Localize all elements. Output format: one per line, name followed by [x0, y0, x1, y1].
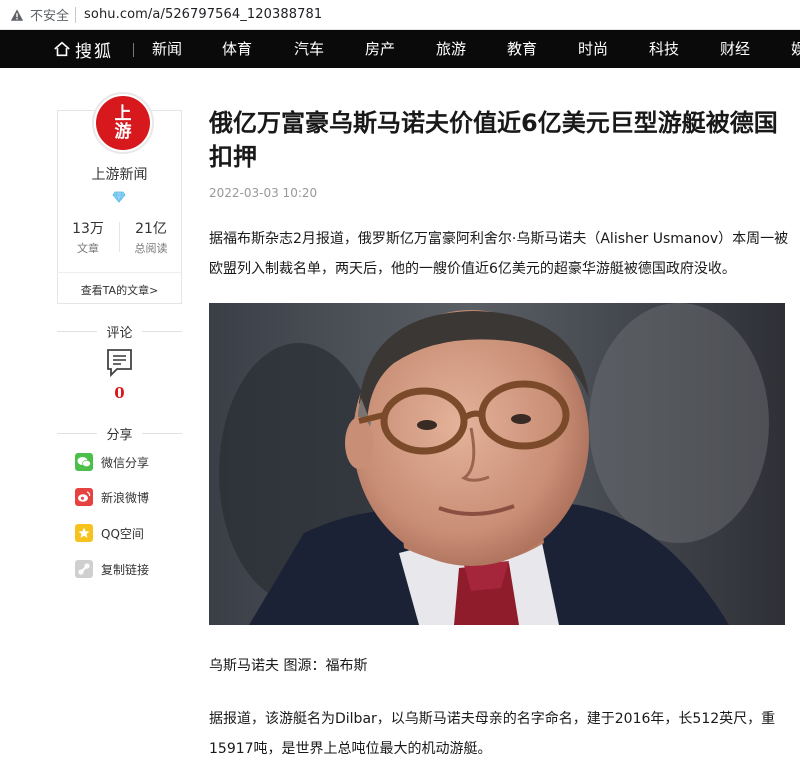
nav-item-sports[interactable]: 体育	[222, 30, 252, 68]
nav-item-news[interactable]: 新闻	[152, 30, 182, 68]
address-bar[interactable]: 不安全 sohu.com/a/526797564_120388781	[0, 0, 800, 30]
nav-item-fashion[interactable]: 时尚	[578, 30, 608, 68]
stat-reads-value: 21亿	[135, 221, 167, 237]
stat-articles-value: 13万	[72, 221, 104, 237]
share-wechat-label: 微信分享	[101, 455, 150, 470]
nav-item-house[interactable]: 房产	[365, 30, 395, 68]
url-text[interactable]: sohu.com/a/526797564_120388781	[84, 7, 322, 22]
home-icon	[54, 41, 70, 57]
card-divider	[57, 272, 182, 273]
nav-item-finance[interactable]: 财经	[720, 30, 750, 68]
security-label[interactable]: 不安全	[30, 5, 69, 24]
avatar-logo: 上 游	[96, 96, 150, 150]
warning-icon	[10, 8, 24, 21]
article-paragraph-2: 据报道，该游艇名为Dilbar，以乌斯马诺夫母亲的名字命名，建于2016年，长5…	[209, 711, 776, 757]
author-name[interactable]: 上游新闻	[57, 164, 182, 184]
comments-heading-text: 评论	[106, 326, 133, 341]
article-paragraph-1: 据福布斯杂志2月报道，俄罗斯亿万富豪阿利舍尔·乌斯马诺夫（Alisher Usm…	[209, 231, 789, 277]
nav-item-tech[interactable]: 科技	[649, 30, 679, 68]
share-qzone-label: QQ空间	[101, 526, 144, 541]
nav-item-auto[interactable]: 汽车	[294, 30, 324, 68]
diamond-badge-icon	[112, 191, 126, 203]
link-icon	[75, 560, 93, 578]
avatar[interactable]: 上 游	[92, 92, 154, 154]
copy-link-button[interactable]: 复制链接	[75, 559, 149, 579]
comments-heading: 评论	[57, 322, 182, 341]
article-photo	[209, 303, 785, 625]
view-author-articles-link[interactable]: 查看TA的文章>	[57, 282, 182, 298]
wechat-icon	[75, 453, 93, 471]
site-nav: 搜狐 新闻 体育 汽车 房产 旅游 教育 时尚 科技 财经 娱	[0, 30, 800, 68]
stat-articles: 13万 文章	[57, 218, 119, 256]
nav-divider	[133, 43, 134, 57]
avatar-char-bottom: 游	[114, 122, 132, 142]
nav-item-education[interactable]: 教育	[507, 30, 537, 68]
nav-item-entertainment[interactable]: 娱	[791, 30, 800, 68]
article-title: 俄亿万富豪乌斯马诺夫价值近6亿美元巨型游艇被德国扣押	[209, 109, 778, 171]
copy-link-label: 复制链接	[101, 562, 150, 577]
avatar-char-top: 上	[114, 104, 132, 124]
article-date: 2022-03-03 10:20	[209, 186, 318, 200]
photo-caption: 乌斯马诺夫 图源：福布斯	[209, 658, 368, 674]
author-stats: 13万 文章 21亿 总阅读	[57, 218, 182, 258]
address-divider	[75, 6, 77, 23]
portrait-image	[209, 303, 785, 625]
weibo-icon	[75, 488, 93, 506]
share-heading: 分享	[57, 424, 182, 443]
stat-articles-label: 文章	[77, 242, 99, 255]
comment-icon[interactable]	[106, 348, 133, 378]
share-wechat-button[interactable]: 微信分享	[75, 452, 149, 472]
nav-item-travel[interactable]: 旅游	[436, 30, 466, 68]
share-weibo-button[interactable]: 新浪微博	[75, 487, 149, 507]
stat-reads-label: 总阅读	[134, 242, 168, 255]
share-qzone-button[interactable]: QQ空间	[75, 523, 144, 543]
share-weibo-label: 新浪微博	[101, 490, 150, 505]
logo-text: 搜狐	[75, 41, 113, 62]
sohu-logo[interactable]: 搜狐	[53, 30, 113, 68]
comment-count[interactable]: 0	[57, 384, 182, 402]
share-heading-text: 分享	[106, 428, 133, 443]
stat-reads: 21亿 总阅读	[120, 218, 182, 256]
qzone-icon	[75, 524, 93, 542]
